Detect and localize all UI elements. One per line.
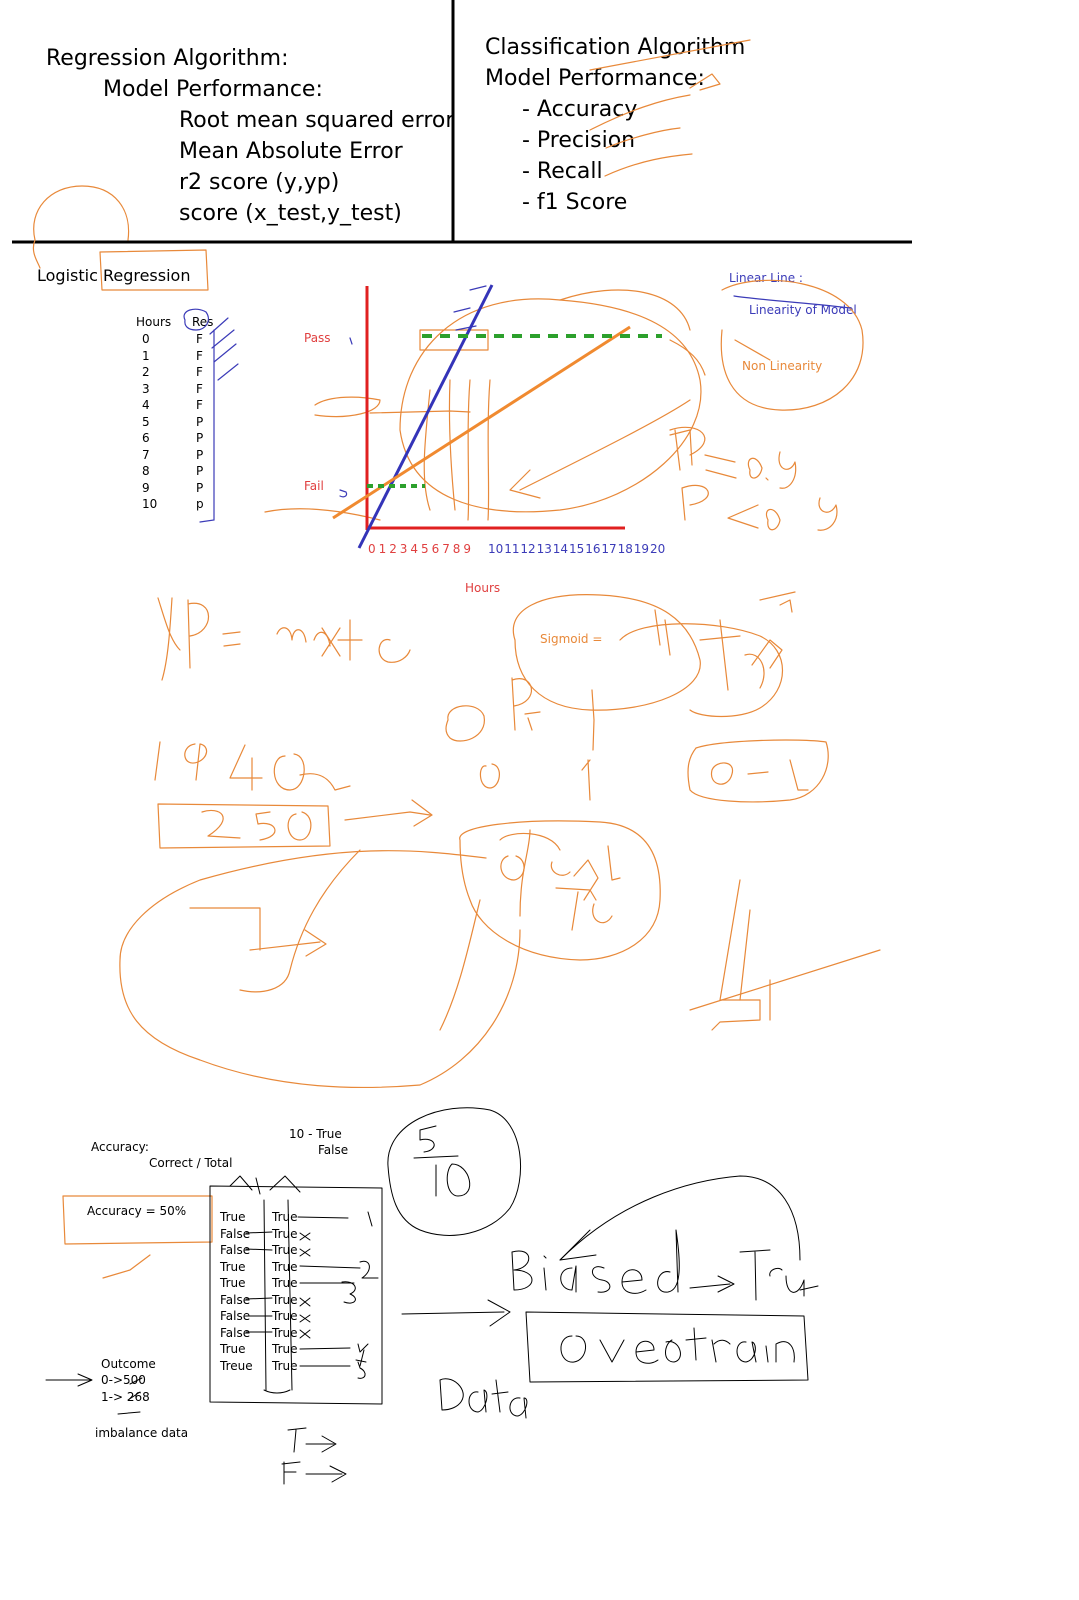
ink-drawing-layer	[12, 0, 912, 1485]
orange-ink-strokes	[32, 39, 881, 1279]
linear-model-line	[357, 284, 494, 549]
black-ink-strokes	[45, 1107, 819, 1485]
non-linear-model-line	[332, 325, 631, 520]
blue-ink-strokes	[183, 285, 851, 523]
